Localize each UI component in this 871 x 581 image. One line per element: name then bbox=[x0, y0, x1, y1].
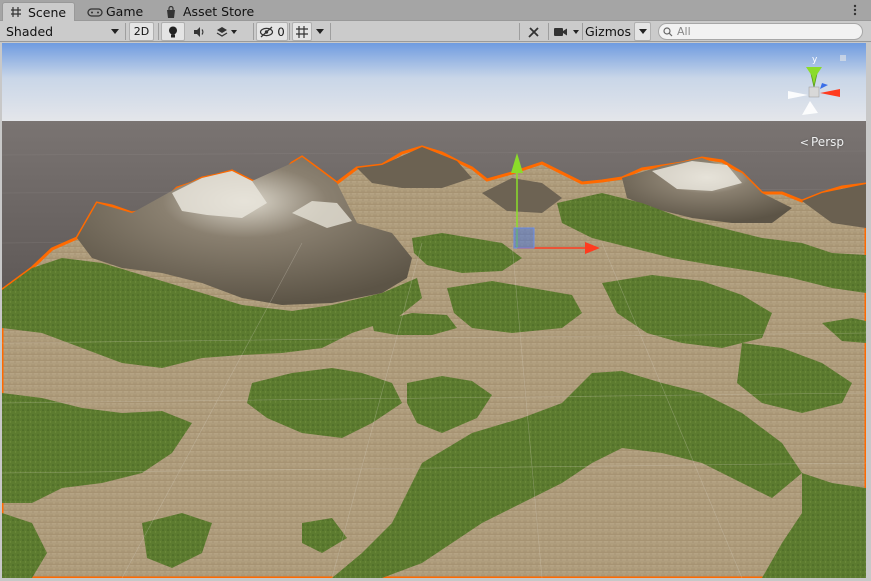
chevron-down-icon bbox=[231, 29, 237, 34]
tab-asset-store[interactable]: Asset Store bbox=[158, 2, 262, 21]
audio-toggle-button[interactable] bbox=[187, 22, 211, 41]
camera-icon bbox=[554, 27, 567, 36]
chevron-down-icon bbox=[573, 29, 579, 34]
projection-toggle[interactable]: < Persp bbox=[800, 135, 844, 149]
search-input[interactable] bbox=[677, 25, 847, 38]
terrain-render bbox=[2, 43, 866, 578]
tab-scene-label: Scene bbox=[28, 4, 67, 20]
search-field[interactable] bbox=[658, 23, 863, 40]
layers-icon bbox=[216, 26, 228, 37]
speaker-icon bbox=[194, 26, 204, 37]
chevron-down-icon bbox=[111, 29, 119, 34]
divider bbox=[158, 23, 159, 40]
viewport-frame-right bbox=[866, 43, 871, 581]
divider bbox=[289, 23, 290, 40]
shopping-bag-icon bbox=[164, 5, 178, 19]
effects-dropdown[interactable] bbox=[212, 22, 240, 41]
camera-settings-dropdown[interactable] bbox=[551, 22, 581, 41]
svg-text:y: y bbox=[812, 55, 818, 65]
tools-button[interactable] bbox=[522, 22, 546, 41]
draw-mode-value: Shaded bbox=[6, 24, 54, 39]
gizmos-button[interactable]: Gizmos bbox=[584, 22, 632, 41]
chevron-left-icon: < bbox=[799, 135, 809, 149]
lighting-toggle-button[interactable] bbox=[161, 22, 185, 41]
divider bbox=[582, 23, 583, 40]
grid-snap-icon bbox=[296, 25, 308, 38]
tools-icon bbox=[528, 26, 539, 38]
search-icon bbox=[663, 26, 673, 36]
gizmos-dropdown[interactable] bbox=[634, 22, 651, 41]
lightbulb-icon bbox=[169, 26, 177, 37]
divider bbox=[548, 23, 549, 40]
tab-scene[interactable]: Scene bbox=[2, 2, 76, 21]
projection-label: Persp bbox=[811, 135, 844, 149]
scene-visibility-button[interactable]: 0 bbox=[256, 22, 288, 41]
scene-toolbar: Shaded 2D 0 Gizmos bbox=[0, 21, 871, 42]
grid-options-dropdown[interactable] bbox=[313, 22, 327, 41]
chevron-down-icon bbox=[638, 29, 647, 34]
grid-toggle-button[interactable] bbox=[292, 22, 312, 41]
divider bbox=[253, 23, 254, 40]
grid-icon bbox=[9, 5, 23, 19]
hidden-count: 0 bbox=[277, 24, 285, 39]
kebab-menu-icon[interactable] bbox=[849, 3, 861, 17]
tab-bar: Scene Game Asset Store bbox=[0, 0, 871, 21]
divider bbox=[519, 23, 520, 40]
divider bbox=[330, 23, 331, 40]
toggle-2d-button[interactable]: 2D bbox=[129, 22, 154, 41]
tab-game[interactable]: Game bbox=[81, 2, 151, 21]
divider bbox=[125, 23, 126, 40]
eye-hidden-icon bbox=[260, 26, 274, 37]
gizmos-label: Gizmos bbox=[584, 24, 632, 39]
draw-mode-dropdown[interactable]: Shaded bbox=[1, 22, 123, 41]
tab-game-label: Game bbox=[106, 4, 144, 19]
tab-asset-store-label: Asset Store bbox=[183, 4, 255, 19]
orientation-gizmo[interactable]: y bbox=[782, 49, 852, 129]
chevron-down-icon bbox=[316, 29, 324, 34]
scene-viewport[interactable]: y < Persp bbox=[2, 43, 866, 578]
toggle-2d-label: 2D bbox=[133, 25, 150, 38]
gamepad-icon bbox=[87, 5, 103, 19]
